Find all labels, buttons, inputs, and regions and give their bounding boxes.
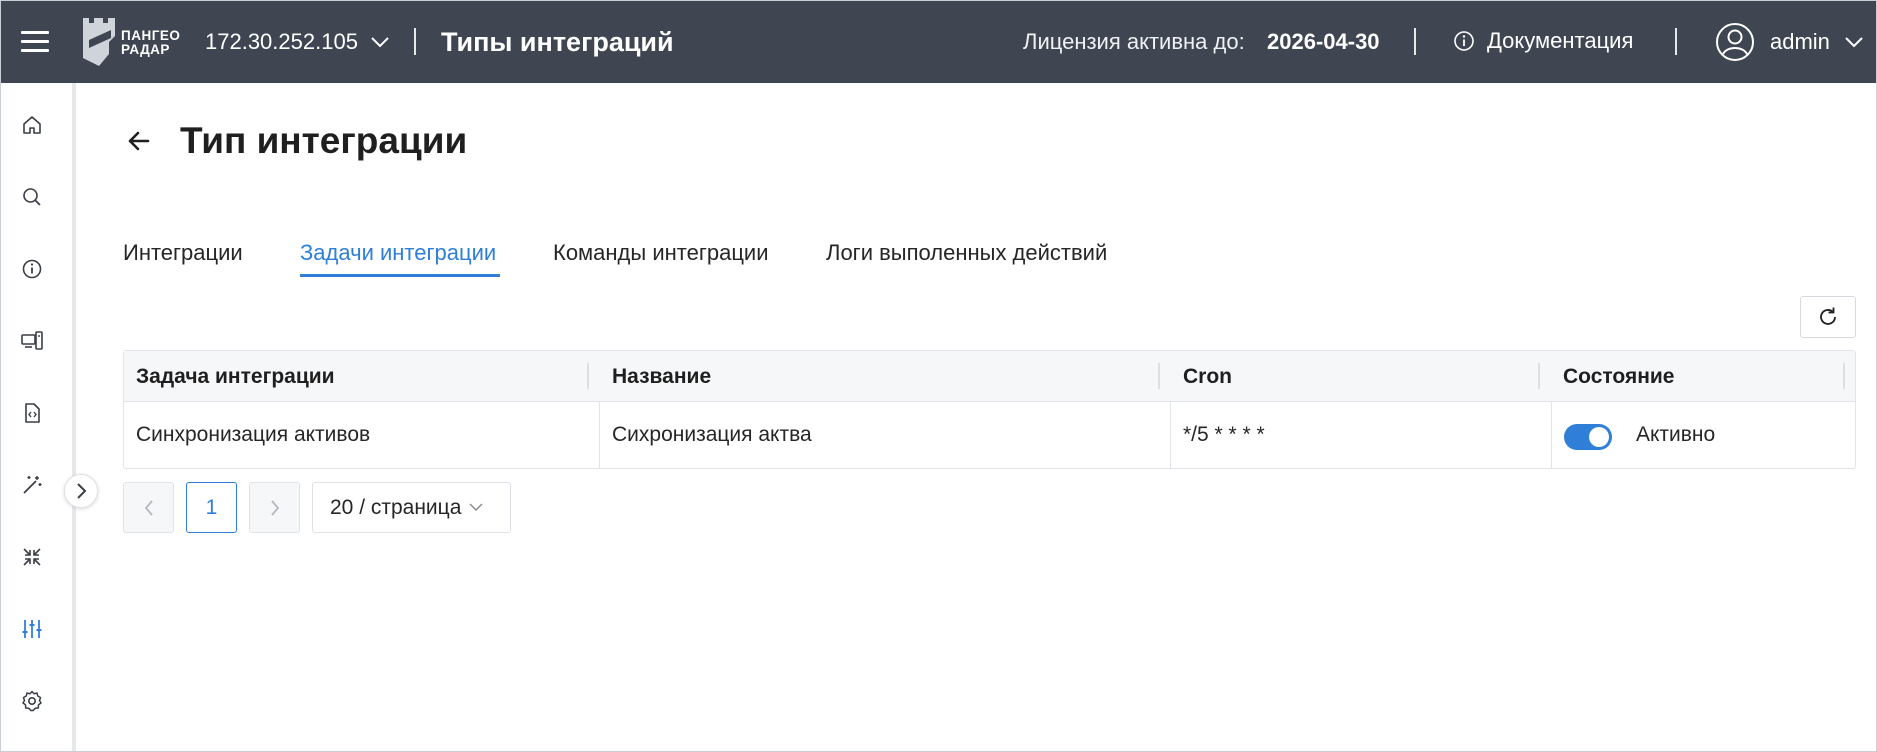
tab-integrations[interactable]: Интеграции — [123, 240, 243, 266]
header-divider — [1675, 28, 1677, 55]
username: admin — [1770, 29, 1830, 54]
license-label: Лицензия активна до: — [1023, 29, 1245, 54]
chevron-down-icon — [469, 503, 483, 512]
tasks-table: Задача интеграции Название Cron Состояни… — [123, 350, 1856, 469]
chevron-right-icon — [77, 483, 87, 499]
column-resize-handle[interactable] — [1158, 363, 1160, 389]
ip-label: 172.30.252.105 — [205, 29, 358, 54]
sidebar-border — [72, 83, 76, 751]
page-size-label: 20 / страница — [330, 495, 462, 519]
tab-integration-commands[interactable]: Команды интеграции — [553, 240, 769, 266]
page-size-select[interactable]: 20 / страница — [312, 482, 511, 533]
column-header-task[interactable]: Задача интеграции — [136, 365, 335, 389]
refresh-button[interactable] — [1800, 296, 1856, 338]
column-resize-handle[interactable] — [1843, 363, 1845, 389]
header-title: Типы интеграций — [441, 27, 674, 57]
info-icon[interactable] — [20, 257, 44, 281]
column-header-cron[interactable]: Cron — [1183, 365, 1232, 389]
tab-integration-tasks[interactable]: Задачи интеграции — [300, 240, 496, 266]
logo: ПАНГЕО РАДАР — [81, 16, 185, 68]
gear-icon[interactable] — [20, 689, 44, 713]
column-divider — [1170, 402, 1171, 468]
header-divider — [1414, 28, 1416, 55]
cell-name: Сихронизация актва — [612, 423, 812, 446]
state-toggle[interactable] — [1564, 424, 1612, 450]
top-header: ПАНГЕО РАДАР 172.30.252.105 Типы интегра… — [1, 1, 1876, 83]
next-page-button[interactable] — [249, 482, 300, 533]
column-header-name[interactable]: Название — [612, 365, 711, 389]
column-resize-handle[interactable] — [587, 363, 589, 389]
logo-tower-icon — [83, 18, 115, 66]
home-icon[interactable] — [20, 113, 44, 137]
sliders-icon[interactable] — [20, 617, 44, 641]
chevron-right-icon — [270, 499, 279, 516]
documentation-label: Документация — [1487, 28, 1634, 53]
prev-page-button[interactable] — [123, 482, 174, 533]
user-menu[interactable]: admin — [1715, 22, 1864, 62]
logo-line2: РАДАР — [121, 42, 170, 57]
tab-action-logs[interactable]: Логи выполенных действий — [826, 240, 1107, 266]
active-tab-indicator — [300, 274, 500, 277]
logo-line1: ПАНГЕО — [121, 28, 181, 43]
refresh-icon — [1820, 307, 1836, 325]
column-resize-handle[interactable] — [1538, 363, 1540, 389]
menu-icon[interactable] — [21, 31, 49, 53]
column-divider — [599, 402, 600, 468]
toggle-knob — [1589, 427, 1609, 447]
info-icon — [1454, 31, 1474, 51]
page-title: Тип интеграции — [180, 120, 468, 161]
chevron-down-icon — [1845, 37, 1863, 48]
page-number-button[interactable]: 1 — [186, 482, 237, 533]
chevron-left-icon — [144, 499, 153, 516]
cell-task: Синхронизация активов — [136, 423, 371, 446]
column-header-state[interactable]: Состояние — [1563, 365, 1674, 389]
column-divider — [1551, 402, 1552, 468]
code-file-icon[interactable] — [20, 401, 44, 425]
cell-state-label: Активно — [1636, 423, 1716, 446]
devices-icon[interactable] — [20, 329, 44, 353]
sidebar — [1, 83, 72, 751]
search-icon[interactable] — [20, 185, 44, 209]
documentation-link[interactable]: Документация — [1453, 28, 1633, 54]
chevron-down-icon — [371, 37, 389, 48]
user-avatar-icon — [1716, 23, 1754, 61]
table-header: Задача интеграции Название Cron Состояни… — [124, 351, 1855, 402]
ip-selector[interactable]: 172.30.252.105 — [205, 29, 390, 55]
collapse-arrows-icon[interactable] — [20, 545, 44, 569]
header-divider — [414, 28, 416, 55]
magic-wand-icon[interactable] — [20, 473, 44, 497]
cell-cron: */5 * * * * — [1183, 423, 1265, 446]
license-date: 2026-04-30 — [1267, 29, 1380, 54]
back-arrow-icon[interactable] — [124, 126, 154, 156]
sidebar-expand-button[interactable] — [64, 474, 98, 508]
